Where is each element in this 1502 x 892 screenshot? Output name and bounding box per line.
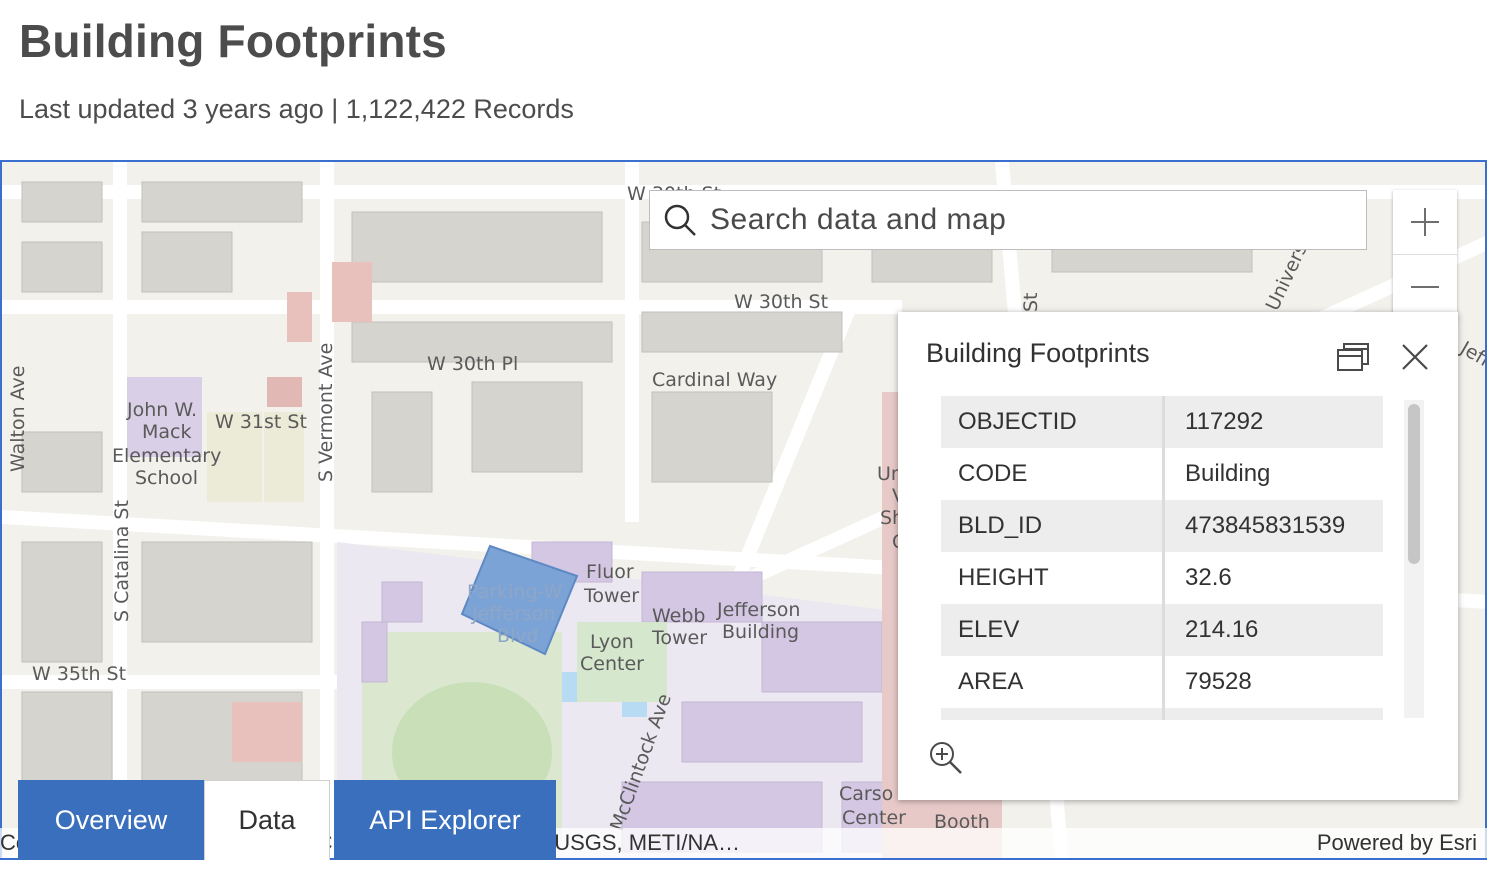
search-bar[interactable]: Search data and map: [649, 190, 1367, 250]
zoom-to-icon[interactable]: [928, 740, 964, 776]
map-label: Tower: [583, 585, 639, 607]
map-label: Fluor: [586, 561, 634, 583]
map-label: Blvd: [497, 625, 539, 647]
zoom-control: [1393, 190, 1457, 320]
table-row: ELEV 214.16: [941, 604, 1383, 656]
dock-icon[interactable]: [1336, 340, 1370, 374]
map-label: Building: [722, 621, 799, 643]
field-value: [1165, 708, 1383, 720]
attribute-table: OBJECTID 117292 CODE Building BLD_ID 473…: [941, 396, 1383, 720]
field-value: 79528: [1185, 668, 1252, 695]
map-label: Jefferson: [471, 603, 555, 625]
table-row: OBJECTID 117292: [941, 396, 1383, 448]
tab-data[interactable]: Data: [204, 780, 330, 860]
map-label: W 30th Pl: [427, 353, 518, 375]
map-label: Walton Ave: [7, 366, 29, 472]
map-label: Carso: [839, 783, 893, 805]
map-label: W 31st St: [215, 411, 307, 433]
close-icon[interactable]: [1398, 340, 1432, 374]
field-value: 473845831539: [1185, 512, 1346, 539]
table-row: BLD_ID 473845831539: [941, 500, 1383, 552]
popup-scrollbar[interactable]: [1404, 400, 1424, 718]
table-row: HEIGHT 32.6: [941, 552, 1383, 604]
map-label: Tower: [651, 627, 707, 649]
map-label: W 35th St: [32, 663, 126, 685]
map-label: S Catalina St: [111, 500, 133, 622]
map-label: John W.: [126, 399, 197, 421]
table-row: [941, 708, 1383, 720]
field-name: BLD_ID: [941, 500, 1165, 552]
tab-api-explorer[interactable]: API Explorer: [334, 780, 556, 860]
field-name: HEIGHT: [941, 552, 1165, 604]
field-name: CODE: [941, 448, 1165, 500]
field-value: 214.16: [1185, 616, 1259, 643]
plus-icon: [1411, 208, 1439, 236]
field-value: 117292: [1185, 408, 1264, 435]
field-name: AREA: [941, 656, 1165, 708]
map-label: Parking-W: [467, 581, 563, 603]
page-title: Building Footprints: [19, 15, 447, 67]
table-row: CODE Building: [941, 448, 1383, 500]
map-label: Webb: [652, 605, 705, 627]
zoom-out-button[interactable]: [1393, 255, 1457, 320]
search-icon[interactable]: [650, 191, 710, 249]
feature-popup: Building Footprints OBJECTID 117292 CODE…: [898, 312, 1458, 800]
map-label: St: [1020, 292, 1042, 312]
zoom-in-button[interactable]: [1393, 190, 1457, 255]
map-label: Cardinal Way: [652, 369, 777, 391]
minus-icon: [1411, 286, 1439, 288]
field-value: Building: [1185, 460, 1271, 487]
field-name: ELEV: [941, 604, 1165, 656]
search-input[interactable]: Search data and map: [710, 203, 1006, 237]
field-name: [941, 708, 1165, 720]
scrollbar-thumb[interactable]: [1408, 404, 1420, 564]
map-label: School: [135, 467, 198, 489]
powered-by-link[interactable]: Powered by Esri: [1317, 830, 1477, 856]
map-label: Center: [580, 653, 644, 675]
field-value: 32.6: [1185, 564, 1232, 591]
map-label: Center: [842, 807, 906, 829]
map-label: W 30th St: [734, 291, 828, 313]
map-label: Lyon: [590, 631, 634, 653]
map-label: Mack: [142, 421, 192, 443]
field-name: OBJECTID: [941, 396, 1165, 448]
map-label: S Vermont Ave: [315, 343, 337, 482]
map-label: Jefferson: [716, 599, 800, 621]
popup-title: Building Footprints: [926, 338, 1150, 368]
page-subtitle: Last updated 3 years ago | 1,122,422 Rec…: [19, 94, 574, 124]
table-row: AREA 79528: [941, 656, 1383, 708]
tab-overview[interactable]: Overview: [18, 780, 204, 860]
map-label: Elementary: [112, 445, 221, 467]
